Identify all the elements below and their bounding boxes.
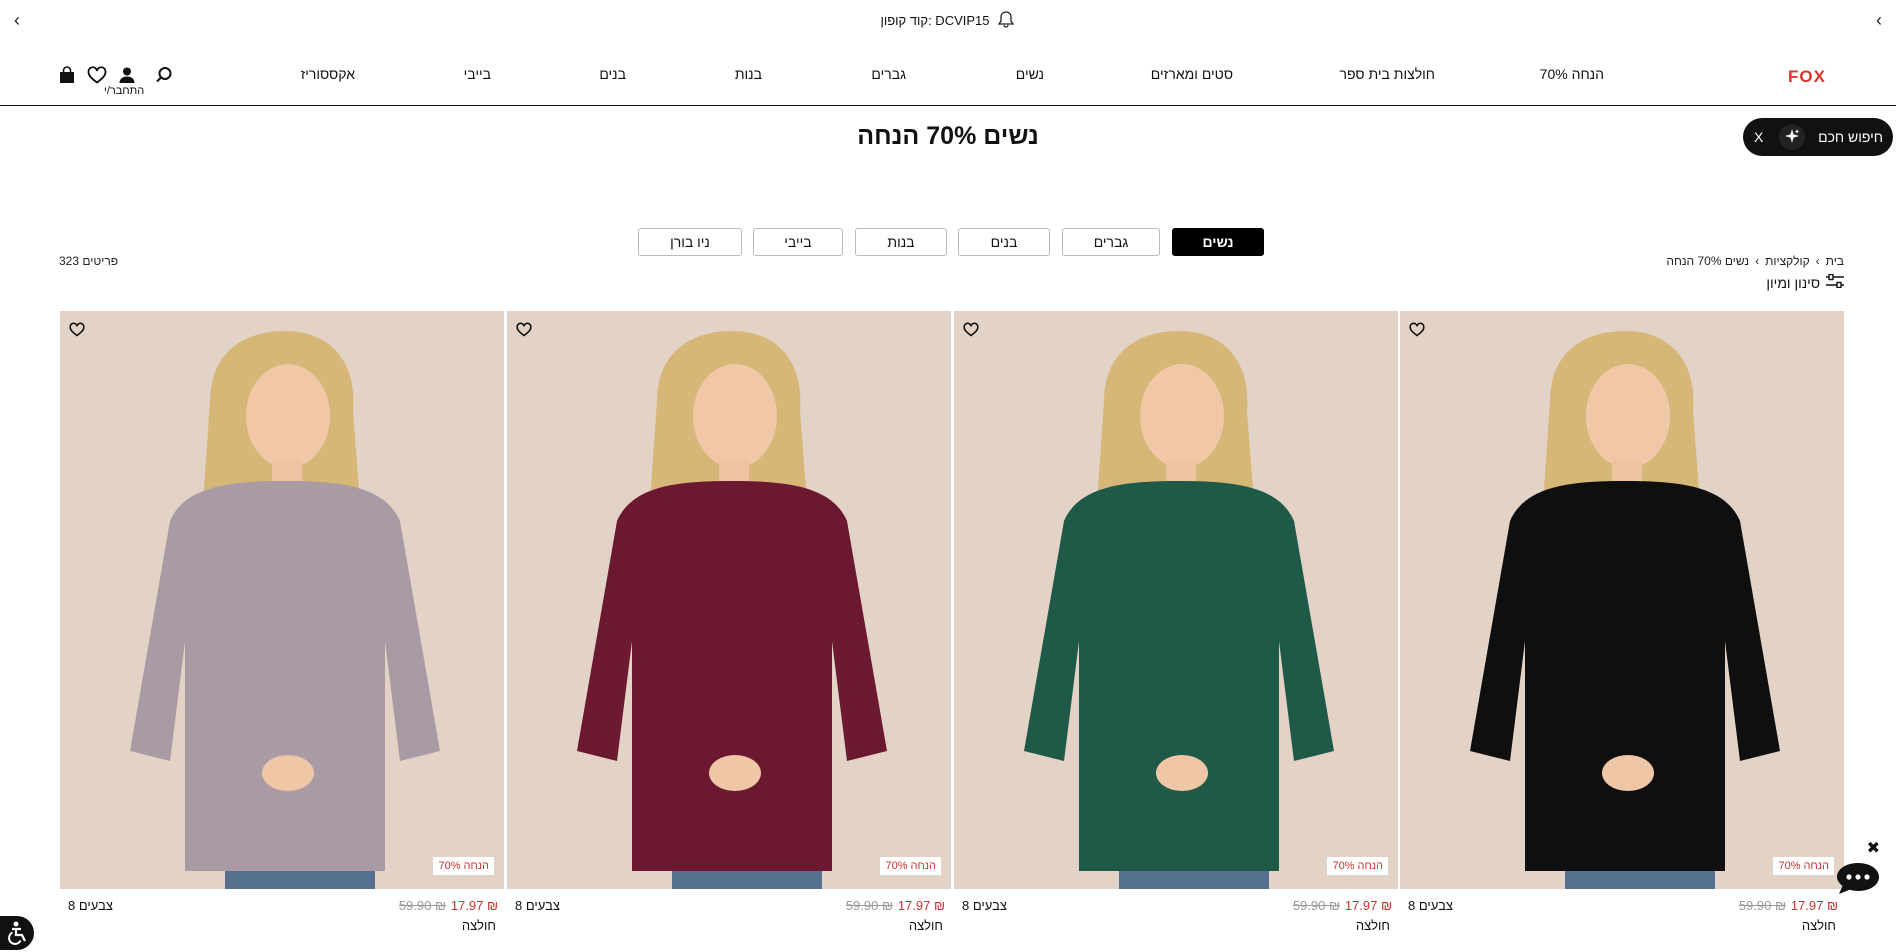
product-card[interactable]: 70% הנחה bbox=[954, 311, 1398, 891]
product-name[interactable]: חולצה bbox=[1356, 918, 1390, 933]
product-wishlist-heart-icon[interactable] bbox=[1409, 322, 1425, 342]
sliders-icon bbox=[1826, 273, 1844, 291]
sale-price: 17.97 ₪ bbox=[1344, 898, 1392, 913]
color-count[interactable]: 8 צבעים bbox=[962, 898, 1007, 913]
original-price: 59.90 ₪ bbox=[398, 898, 446, 913]
original-price: 59.90 ₪ bbox=[1292, 898, 1340, 913]
filter-sort-label: סינון ומיון bbox=[1766, 274, 1820, 291]
smart-search-button[interactable]: חיפוש חכם X bbox=[1743, 118, 1893, 156]
item-count: 323 פריטים bbox=[59, 254, 119, 268]
original-price: 59.90 ₪ bbox=[1738, 898, 1786, 913]
product-image[interactable]: 70% הנחה bbox=[1400, 311, 1844, 889]
nav-item-women[interactable]: נשים bbox=[1016, 66, 1044, 82]
nav-item-men[interactable]: גברים bbox=[871, 66, 906, 82]
color-count[interactable]: 8 צבעים bbox=[515, 898, 560, 913]
product-name[interactable]: חולצה bbox=[1802, 918, 1836, 933]
accessibility-icon[interactable] bbox=[0, 916, 34, 950]
product-card[interactable]: 70% הנחה bbox=[507, 311, 951, 891]
discount-badge: 70% הנחה bbox=[1773, 857, 1834, 875]
category-pill-girls[interactable]: בנות bbox=[855, 228, 947, 256]
main-header: FOX 70% הנחה חולצות בית ספר סטים ומארזים… bbox=[0, 48, 1896, 106]
nav-item-school-shirts[interactable]: חולצות בית ספר bbox=[1340, 66, 1435, 82]
close-smart-search-button[interactable]: X bbox=[1754, 129, 1763, 145]
sale-price: 17.97 ₪ bbox=[1790, 898, 1838, 913]
sparkle-icon bbox=[1779, 124, 1805, 150]
nav-item-baby[interactable]: בייבי bbox=[464, 66, 491, 82]
product-card[interactable]: 70% הנחה bbox=[1400, 311, 1844, 891]
promo-next-arrow-icon[interactable]: ‹ bbox=[1876, 10, 1882, 31]
user-icon[interactable] bbox=[116, 64, 138, 86]
breadcrumb-current: נשים 70% הנחה bbox=[1666, 254, 1750, 268]
fox-logo[interactable]: FOX bbox=[1788, 67, 1826, 87]
breadcrumb: בית › קולקציות › נשים 70% הנחה bbox=[1666, 254, 1844, 268]
discount-badge: 70% הנחה bbox=[1327, 857, 1388, 875]
color-count[interactable]: 8 צבעים bbox=[68, 898, 113, 913]
category-pill-boys[interactable]: בנים bbox=[958, 228, 1050, 256]
color-count[interactable]: 8 צבעים bbox=[1408, 898, 1453, 913]
breadcrumb-separator-icon: › bbox=[1815, 254, 1820, 268]
bell-icon bbox=[996, 9, 1016, 32]
original-price: 59.90 ₪ bbox=[845, 898, 893, 913]
product-image[interactable]: 70% הנחה bbox=[954, 311, 1398, 889]
wishlist-heart-icon[interactable] bbox=[86, 64, 108, 86]
product-wishlist-heart-icon[interactable] bbox=[69, 322, 85, 342]
product-image[interactable]: 70% הנחה bbox=[60, 311, 504, 889]
shopping-bag-icon[interactable] bbox=[56, 64, 78, 86]
close-chat-icon[interactable]: ✖ bbox=[1867, 838, 1880, 858]
category-pill-men[interactable]: גברים bbox=[1062, 228, 1160, 256]
filter-sort-button[interactable]: סינון ומיון bbox=[1766, 273, 1844, 291]
category-pill-newborn[interactable]: ניו בורן bbox=[638, 228, 742, 256]
sale-price: 17.97 ₪ bbox=[897, 898, 945, 913]
product-card[interactable]: 70% הנחה bbox=[60, 311, 504, 891]
breadcrumb-home[interactable]: בית bbox=[1826, 254, 1844, 268]
category-pill-baby[interactable]: בייבי bbox=[753, 228, 843, 256]
product-wishlist-heart-icon[interactable] bbox=[516, 322, 532, 342]
product-image[interactable]: 70% הנחה bbox=[507, 311, 951, 889]
sale-price: 17.97 ₪ bbox=[450, 898, 498, 913]
category-pill-women[interactable]: נשים bbox=[1172, 228, 1264, 256]
discount-badge: 70% הנחה bbox=[880, 857, 941, 875]
promo-bar: ‹ קוד קופון: DCVIP15 ‹ bbox=[0, 0, 1896, 40]
breadcrumb-collections[interactable]: קולקציות bbox=[1765, 254, 1810, 268]
nav-item-sets[interactable]: סטים ומארזים bbox=[1151, 66, 1233, 82]
promo-text: קוד קופון: DCVIP15 bbox=[880, 12, 990, 28]
page-title: נשים 70% הנחה bbox=[857, 122, 1039, 150]
search-icon[interactable] bbox=[153, 64, 175, 86]
discount-badge: 70% הנחה bbox=[433, 857, 494, 875]
nav-item-accessories[interactable]: אקססוריז bbox=[301, 66, 355, 82]
nav-item-sale[interactable]: 70% הנחה bbox=[1540, 66, 1604, 82]
product-name[interactable]: חולצה bbox=[462, 918, 496, 933]
nav-item-boys[interactable]: בנים bbox=[599, 66, 626, 82]
smart-search-label: חיפוש חכם bbox=[1818, 129, 1883, 145]
login-label[interactable]: התחבר/י bbox=[104, 85, 144, 97]
product-name[interactable]: חולצה bbox=[909, 918, 943, 933]
breadcrumb-separator-icon: › bbox=[1755, 254, 1760, 268]
product-wishlist-heart-icon[interactable] bbox=[963, 322, 979, 342]
promo-prev-arrow-icon[interactable]: ‹ bbox=[14, 10, 20, 31]
nav-item-girls[interactable]: בנות bbox=[735, 66, 762, 82]
chat-bubble-icon[interactable] bbox=[1834, 860, 1882, 898]
